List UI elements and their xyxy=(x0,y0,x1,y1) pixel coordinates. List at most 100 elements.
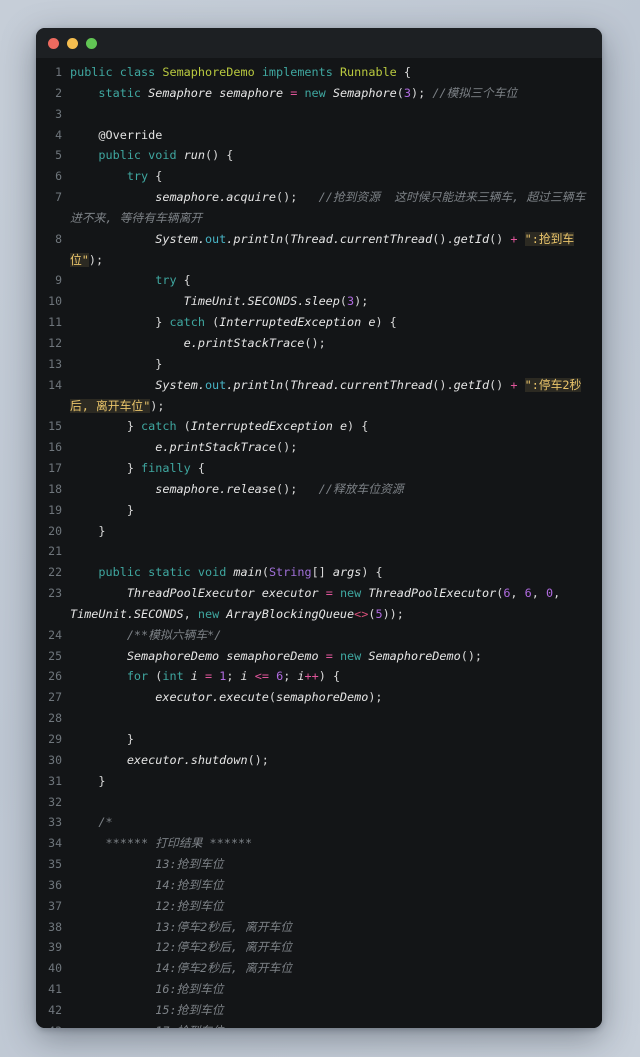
code-line[interactable]: 4 @Override xyxy=(36,125,602,146)
token-op: ++ xyxy=(304,669,319,684)
token-plain: ; xyxy=(226,669,241,684)
code-line[interactable]: 23 ThreadPoolExecutor executor = new Thr… xyxy=(36,583,602,625)
code-line[interactable]: 27 executor.execute(semaphoreDemo); xyxy=(36,687,602,708)
code-line[interactable]: 19 } xyxy=(36,500,602,521)
token-cmt: //模拟三个车位 xyxy=(432,85,518,100)
code-line[interactable]: 13 } xyxy=(36,354,602,375)
code-line[interactable]: 18 semaphore.release(); //释放车位资源 xyxy=(36,479,602,500)
code-editor-window: 1 public class SemaphoreDemo implements R… xyxy=(36,28,602,1028)
token-id: i xyxy=(240,669,248,684)
token-cmt: ****** 打印结果 ****** xyxy=(105,836,253,851)
code-line[interactable]: 36 14:抢到车位 xyxy=(36,875,602,896)
code-line[interactable]: 11 } catch (InterruptedException e) { xyxy=(36,312,602,333)
token-plain: ( xyxy=(148,669,163,684)
code-line[interactable]: 22 public static void main(String[] args… xyxy=(36,562,602,583)
code-line[interactable]: 37 12:抢到车位 xyxy=(36,896,602,917)
code-text: } xyxy=(70,500,602,521)
code-line[interactable]: 29 } xyxy=(36,729,602,750)
token-id: semaphoreDemo xyxy=(275,690,369,705)
close-button[interactable] xyxy=(48,37,59,49)
token-plain: } xyxy=(70,315,170,330)
code-line[interactable]: 8 System.out.println(Thread.currentThrea… xyxy=(36,229,602,271)
window-titlebar[interactable] xyxy=(36,28,602,58)
line-number: 6 xyxy=(55,169,62,184)
token-cls: InterruptedException xyxy=(219,315,362,330)
token-plain: (); xyxy=(460,648,483,663)
code-line[interactable]: 42 15:抢到车位 xyxy=(36,1000,602,1021)
token-plain: ( xyxy=(396,85,404,100)
token-cmt: 13:停车2秒后, 离开车位 xyxy=(155,919,293,934)
token-cyan: out xyxy=(204,231,227,246)
code-line[interactable]: 7 semaphore.acquire(); //抢到资源 这时候只能进来三辆车… xyxy=(36,187,602,229)
line-number: 28 xyxy=(48,711,62,726)
code-line[interactable]: 38 13:停车2秒后, 离开车位 xyxy=(36,917,602,938)
code-line[interactable]: 40 14:停车2秒后, 离开车位 xyxy=(36,958,602,979)
code-line[interactable]: 16 e.printStackTrace(); xyxy=(36,437,602,458)
token-plain: } xyxy=(70,502,134,517)
token-id: e.printStackTrace xyxy=(183,335,305,350)
code-line[interactable]: 34 ****** 打印结果 ****** xyxy=(36,833,602,854)
code-line[interactable]: 3 xyxy=(36,104,602,125)
code-line[interactable]: 14 System.out.println(Thread.currentThre… xyxy=(36,375,602,417)
code-text: e.printStackTrace(); xyxy=(70,437,602,458)
code-line[interactable]: 21 xyxy=(36,541,602,562)
code-line[interactable]: 6 try { xyxy=(36,166,602,187)
token-plain: } xyxy=(70,732,134,746)
code-line[interactable]: 26 for (int i = 1; i <= 6; i++) { xyxy=(36,666,602,687)
code-line[interactable]: 35 13:抢到车位 xyxy=(36,854,602,875)
token-cmt: 13:抢到车位 xyxy=(155,857,224,872)
minimize-button[interactable] xyxy=(67,37,78,49)
line-number: 20 xyxy=(48,523,62,538)
code-line[interactable]: 10 TimeUnit.SECONDS.sleep(3); xyxy=(36,291,602,312)
token-id: semaphore.acquire xyxy=(155,190,276,205)
token-id: TimeUnit.SECONDS xyxy=(70,606,184,621)
code-text: /* xyxy=(70,812,602,833)
token-cmt: 14:抢到车位 xyxy=(155,877,224,892)
code-line[interactable]: 17 } finally { xyxy=(36,458,602,479)
maximize-button[interactable] xyxy=(86,37,97,49)
code-line[interactable]: 33 /* xyxy=(36,812,602,833)
token-cmt: /* xyxy=(98,815,113,830)
code-line[interactable]: 41 16:抢到车位 xyxy=(36,979,602,1000)
code-line[interactable]: 31 } xyxy=(36,771,602,792)
code-line[interactable]: 39 12:停车2秒后, 离开车位 xyxy=(36,937,602,958)
code-line[interactable]: 9 try { xyxy=(36,270,602,291)
code-line[interactable]: 30 executor.shutdown(); xyxy=(36,750,602,771)
code-line[interactable]: 24 /**模拟六辆车*/ xyxy=(36,625,602,646)
token-num: 3 xyxy=(403,85,411,100)
code-line[interactable]: 25 SemaphoreDemo semaphoreDemo = new Sem… xyxy=(36,646,602,667)
line-number: 26 xyxy=(48,669,62,684)
code-line[interactable]: 5 public void run() { xyxy=(36,145,602,166)
code-line[interactable]: 32 xyxy=(36,792,602,813)
line-number: 5 xyxy=(55,148,62,163)
code-text: e.printStackTrace(); xyxy=(70,333,602,354)
token-op: <= xyxy=(254,669,269,684)
token-plain: ) { xyxy=(347,419,369,434)
line-number: 24 xyxy=(48,627,62,642)
line-number: 35 xyxy=(48,857,62,872)
code-line[interactable]: 28 xyxy=(36,708,602,729)
line-number: 13 xyxy=(48,356,62,371)
code-line[interactable]: 15 } catch (InterruptedException e) { xyxy=(36,416,602,437)
line-number: 31 xyxy=(48,773,62,788)
code-line[interactable]: 43 17:抢到车位 xyxy=(36,1021,602,1028)
token-kw: public xyxy=(98,148,142,163)
code-content-area[interactable]: 1 public class SemaphoreDemo implements R… xyxy=(36,58,602,1028)
code-line[interactable]: 1 public class SemaphoreDemo implements R… xyxy=(36,62,602,83)
token-kw: finally xyxy=(141,461,191,476)
code-line[interactable]: 20 } xyxy=(36,521,602,542)
code-line[interactable]: 12 e.printStackTrace(); xyxy=(36,333,602,354)
code-line[interactable]: 2 static Semaphore semaphore = new Semap… xyxy=(36,83,602,104)
token-kw: public xyxy=(70,65,113,79)
token-id: semaphore xyxy=(219,85,284,100)
